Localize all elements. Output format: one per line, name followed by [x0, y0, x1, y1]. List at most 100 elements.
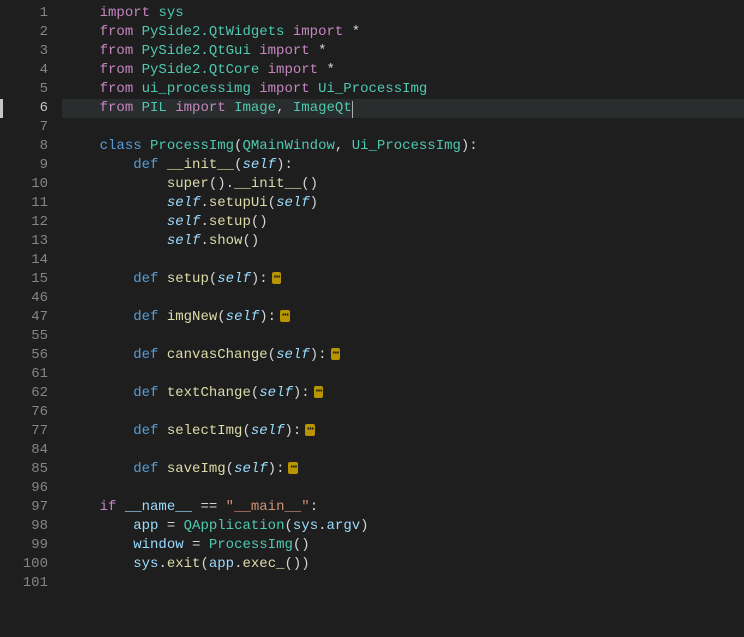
self-ref: self [167, 195, 201, 211]
module-name: ui_processimg [142, 81, 251, 97]
line-number: 76 [0, 403, 48, 422]
code-line[interactable] [66, 365, 744, 384]
line-number: 55 [0, 327, 48, 346]
code-line[interactable]: from PySide2.QtCore import * [66, 61, 744, 80]
class-name: QApplication [184, 518, 285, 534]
fold-marker-icon[interactable]: ⋯ [288, 462, 298, 474]
keyword-import: import [100, 5, 150, 21]
keyword-import: import [268, 62, 318, 78]
line-number: 9 [0, 156, 48, 175]
code-line[interactable]: from PySide2.QtGui import * [66, 42, 744, 61]
keyword-def: def [133, 347, 158, 363]
code-line[interactable]: from ui_processimg import Ui_ProcessImg [66, 80, 744, 99]
keyword-def: def [133, 309, 158, 325]
code-line[interactable] [66, 574, 744, 593]
code-line[interactable] [66, 251, 744, 270]
variable: app [209, 556, 234, 572]
keyword-from: from [100, 81, 134, 97]
keyword-import: import [259, 81, 309, 97]
fold-marker-icon[interactable]: ⋯ [272, 272, 282, 284]
code-line[interactable] [66, 403, 744, 422]
line-number: 7 [0, 118, 48, 137]
line-number: 61 [0, 365, 48, 384]
function-name: __init__ [167, 157, 234, 173]
self-ref: self [167, 233, 201, 249]
line-number: 11 [0, 194, 48, 213]
param-self: self [276, 347, 310, 363]
code-line[interactable]: sys.exit(app.exec_()) [66, 555, 744, 574]
code-line[interactable]: self.setup() [66, 213, 744, 232]
code-line-folded[interactable]: def canvasChange(self):⋯ [66, 346, 744, 365]
line-number: 14 [0, 251, 48, 270]
wildcard: * [318, 43, 326, 59]
module-name: PySide2.QtWidgets [142, 24, 285, 40]
function-name: setup [167, 271, 209, 287]
keyword-import: import [293, 24, 343, 40]
code-line-folded[interactable]: def textChange(self):⋯ [66, 384, 744, 403]
code-line[interactable] [66, 118, 744, 137]
code-line[interactable]: if __name__ == "__main__": [66, 498, 744, 517]
param-self: self [226, 309, 260, 325]
method-name: exec_ [242, 556, 284, 572]
line-number: 46 [0, 289, 48, 308]
code-line-folded[interactable]: def selectImg(self):⋯ [66, 422, 744, 441]
line-number: 8 [0, 137, 48, 156]
code-line[interactable] [66, 289, 744, 308]
class-name: Image [234, 100, 276, 116]
line-number: 99 [0, 536, 48, 555]
fold-marker-icon[interactable]: ⋯ [314, 386, 324, 398]
function-name: saveImg [167, 461, 226, 477]
fold-marker-icon[interactable]: ⋯ [305, 424, 315, 436]
class-name: ImageQt [293, 100, 352, 116]
keyword-def: def [133, 157, 158, 173]
module-name: PIL [142, 100, 167, 116]
variable: window [133, 537, 183, 553]
module-ref: sys [133, 556, 158, 572]
keyword-from: from [100, 62, 134, 78]
line-number: 100 [0, 555, 48, 574]
code-line[interactable]: window = ProcessImg() [66, 536, 744, 555]
dunder-name: __name__ [125, 499, 192, 515]
code-line[interactable]: app = QApplication(sys.argv) [66, 517, 744, 536]
line-number: 13 [0, 232, 48, 251]
wildcard: * [326, 62, 334, 78]
code-line[interactable]: super().__init__() [66, 175, 744, 194]
code-line[interactable]: from PySide2.QtWidgets import * [66, 23, 744, 42]
code-line[interactable] [66, 441, 744, 460]
code-line[interactable]: class ProcessImg(QMainWindow, Ui_Process… [66, 137, 744, 156]
param-self: self [251, 423, 285, 439]
method-name: setupUi [209, 195, 268, 211]
code-line-folded[interactable]: def saveImg(self):⋯ [66, 460, 744, 479]
fold-marker-icon[interactable]: ⋯ [280, 310, 290, 322]
code-line[interactable]: import sys [66, 4, 744, 23]
line-number: 101 [0, 574, 48, 593]
line-number-gutter: 1 2 3 4 5 6 7 8 9 10 11 12 13 14 15 46 4… [0, 0, 66, 637]
wildcard: * [352, 24, 360, 40]
code-line-current[interactable]: from PIL import Image, ImageQt [62, 99, 744, 118]
module-name: sys [158, 5, 183, 21]
code-content[interactable]: import sys from PySide2.QtWidgets import… [66, 0, 744, 637]
line-number: 12 [0, 213, 48, 232]
self-ref: self [167, 214, 201, 230]
line-number: 4 [0, 61, 48, 80]
builtin-super: super [167, 176, 209, 192]
module-name: PySide2.QtGui [142, 43, 251, 59]
line-number: 56 [0, 346, 48, 365]
code-line[interactable]: def __init__(self): [66, 156, 744, 175]
code-line[interactable]: self.setupUi(self) [66, 194, 744, 213]
code-line-folded[interactable]: def setup(self):⋯ [66, 270, 744, 289]
keyword-from: from [100, 100, 134, 116]
code-editor[interactable]: 1 2 3 4 5 6 7 8 9 10 11 12 13 14 15 46 4… [0, 0, 744, 637]
code-line-folded[interactable]: def imgNew(self):⋯ [66, 308, 744, 327]
line-number: 77 [0, 422, 48, 441]
line-number: 3 [0, 42, 48, 61]
attribute: argv [327, 518, 361, 534]
code-line[interactable] [66, 327, 744, 346]
code-line[interactable] [66, 479, 744, 498]
fold-marker-icon[interactable]: ⋯ [331, 348, 341, 360]
param-self: self [234, 461, 268, 477]
code-line[interactable]: self.show() [66, 232, 744, 251]
keyword-import: import [259, 43, 309, 59]
function-name: selectImg [167, 423, 243, 439]
method-name: setup [209, 214, 251, 230]
